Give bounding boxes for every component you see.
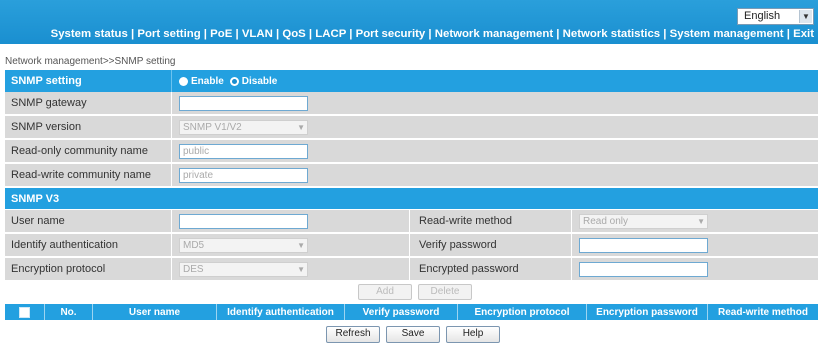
snmp-version-select[interactable]: SNMP V1/V2 ▼ bbox=[179, 119, 308, 135]
encrypted-password-input[interactable] bbox=[579, 261, 708, 277]
snmp-enable-group: Enable Disable bbox=[172, 70, 283, 92]
read-only-community-input[interactable]: public bbox=[179, 143, 308, 159]
chevron-down-icon: ▼ bbox=[297, 240, 305, 250]
column-header-identify-authentication: Identify authentication bbox=[217, 304, 345, 320]
chevron-down-icon: ▼ bbox=[297, 122, 305, 132]
breadcrumb: Network management>>SNMP setting bbox=[5, 56, 176, 67]
read-only-community-label: Read-only community name bbox=[5, 140, 172, 162]
encrypted-password-label: Encrypted password bbox=[410, 258, 572, 280]
snmp-setting-title: SNMP setting bbox=[5, 70, 172, 92]
read-write-community-row: Read-write community name private bbox=[5, 164, 818, 187]
enable-label: Enable bbox=[191, 75, 224, 87]
encryption-protocol-label: Encryption protocol bbox=[5, 258, 172, 280]
column-header-read-write-method: Read-write method bbox=[717, 306, 808, 318]
read-write-method-value: Read only bbox=[583, 215, 629, 227]
column-header-verify-password: Verify password bbox=[345, 304, 458, 320]
language-value: English bbox=[744, 10, 781, 22]
read-write-method-label: Read-write method bbox=[410, 210, 572, 232]
read-write-community-label: Read-write community name bbox=[5, 164, 172, 186]
identify-authentication-label: Identify authentication bbox=[5, 234, 172, 256]
snmp-version-value: SNMP V1/V2 bbox=[183, 121, 242, 133]
snmp-version-row: SNMP version SNMP V1/V2 ▼ bbox=[5, 116, 818, 139]
snmp-gateway-label: SNMP gateway bbox=[5, 92, 172, 114]
chevron-down-icon[interactable]: ▼ bbox=[799, 10, 812, 23]
snmp-gateway-row: SNMP gateway bbox=[5, 92, 818, 115]
v3-user-row: User name Read-write method Read only ▼ bbox=[5, 210, 818, 233]
delete-button[interactable]: Delete bbox=[418, 284, 472, 300]
enable-radio[interactable]: Enable bbox=[179, 76, 224, 87]
v3-auth-row: Identify authentication MD5 ▼ Verify pass… bbox=[5, 234, 818, 257]
user-table-header: No. User name Identify authentication Ve… bbox=[5, 304, 818, 320]
identify-authentication-value: MD5 bbox=[183, 239, 205, 251]
select-all-cell bbox=[5, 304, 45, 320]
read-write-community-input[interactable]: private bbox=[179, 167, 308, 183]
identify-authentication-select[interactable]: MD5 ▼ bbox=[179, 237, 308, 253]
column-header-encryption-protocol: Encryption protocol bbox=[458, 304, 587, 320]
refresh-button[interactable]: Refresh bbox=[326, 326, 380, 343]
main-menu[interactable]: System status | Port setting | PoE | VLA… bbox=[0, 28, 814, 40]
language-select[interactable]: English ▼ bbox=[737, 8, 814, 25]
column-header-encryption-password: Encryption password bbox=[587, 304, 708, 320]
snmp-v3-title: SNMP V3 bbox=[11, 192, 60, 205]
radio-selected-icon bbox=[179, 76, 188, 86]
save-button[interactable]: Save bbox=[386, 326, 440, 343]
snmp-gateway-input[interactable] bbox=[179, 95, 308, 111]
top-navigation-bar: English ▼ System status | Port setting |… bbox=[0, 0, 818, 44]
chevron-down-icon: ▼ bbox=[697, 216, 705, 226]
column-header-no: No. bbox=[45, 304, 93, 320]
radio-unselected-icon bbox=[229, 76, 239, 86]
v3-user-input[interactable] bbox=[179, 213, 308, 229]
encryption-protocol-value: DES bbox=[183, 263, 204, 275]
column-header-user-name: User name bbox=[93, 304, 217, 320]
v3-encryption-row: Encryption protocol DES ▼ Encrypted passw… bbox=[5, 258, 818, 281]
disable-label: Disable bbox=[241, 75, 278, 87]
disable-radio[interactable]: Disable bbox=[229, 75, 278, 87]
snmp-v3-header: SNMP V3 bbox=[5, 188, 818, 209]
select-all-checkbox[interactable] bbox=[19, 306, 30, 318]
verify-password-label: Verify password bbox=[410, 234, 572, 256]
help-button[interactable]: Help bbox=[446, 326, 500, 343]
read-only-community-row: Read-only community name public bbox=[5, 140, 818, 163]
encryption-protocol-select[interactable]: DES ▼ bbox=[179, 261, 308, 277]
snmp-setting-header: SNMP setting Enable Disable bbox=[5, 70, 818, 92]
verify-password-input[interactable] bbox=[579, 237, 708, 253]
v3-user-label: User name bbox=[5, 210, 172, 232]
snmp-version-label: SNMP version bbox=[5, 116, 172, 138]
read-write-method-select[interactable]: Read only ▼ bbox=[579, 213, 708, 229]
chevron-down-icon: ▼ bbox=[297, 264, 305, 274]
add-button[interactable]: Add bbox=[358, 284, 412, 300]
